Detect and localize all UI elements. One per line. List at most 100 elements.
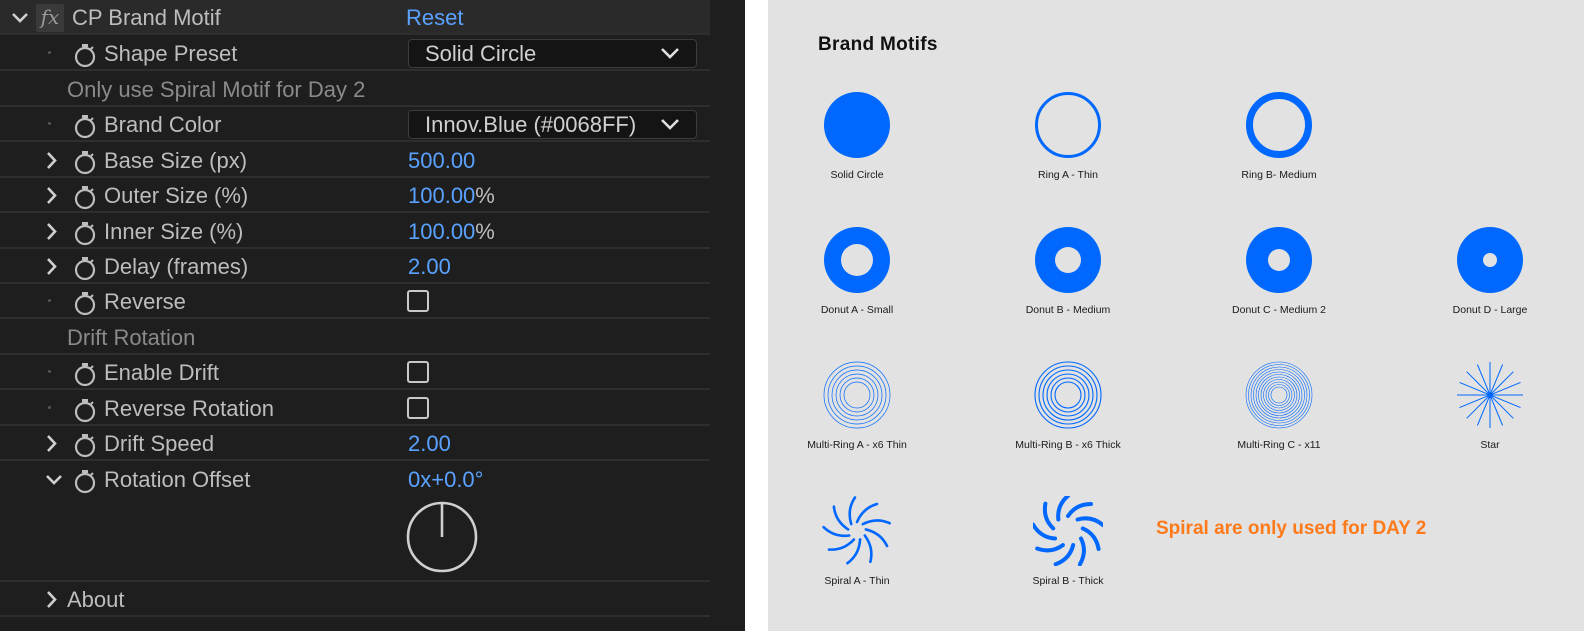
rotation-dial[interactable] xyxy=(405,500,479,574)
enable-drift-label: Enable Drift xyxy=(104,360,219,385)
motif-multi-ring-c: Multi-Ring C - x11 xyxy=(1189,360,1369,470)
twirl-open-icon[interactable] xyxy=(44,462,64,509)
stopwatch-icon[interactable] xyxy=(72,397,98,423)
stopwatch-icon[interactable] xyxy=(72,432,98,458)
enable-drift-checkbox[interactable] xyxy=(407,361,429,383)
motif-caption: Ring A - Thin xyxy=(1038,169,1098,181)
stopwatch-icon[interactable] xyxy=(72,468,98,494)
spiral-thick-icon xyxy=(1033,496,1103,566)
donut-medium-icon xyxy=(1035,227,1101,293)
delay-row: Delay (frames) 2.00 xyxy=(0,249,710,284)
reset-link[interactable]: Reset xyxy=(406,0,463,35)
stopwatch-icon[interactable] xyxy=(72,42,98,68)
inner-size-value-group: 100.00% xyxy=(408,214,495,249)
motif-caption: Donut C - Medium 2 xyxy=(1232,304,1326,316)
drift-rotation-heading: Drift Rotation xyxy=(67,325,196,350)
inner-size-value[interactable]: 100.00 xyxy=(408,219,475,244)
rotation-offset-value[interactable]: 0x+0.0° xyxy=(408,462,483,497)
brand-color-value: Innov.Blue (#0068FF) xyxy=(425,112,637,137)
motif-caption: Multi-Ring C - x11 xyxy=(1237,439,1321,451)
base-size-label: Base Size (px) xyxy=(104,148,248,173)
motif-donut-c: Donut C - Medium 2 xyxy=(1189,225,1369,335)
stopwatch-icon[interactable] xyxy=(72,255,98,281)
chevron-down-icon xyxy=(661,119,679,130)
brand-motifs-sheet: Brand Motifs Solid Circle Ring A - Thin … xyxy=(768,0,1584,631)
reverse-row: Reverse xyxy=(0,284,710,319)
fx-toggle-icon[interactable]: fx xyxy=(36,4,64,32)
motif-donut-a: Donut A - Small xyxy=(768,225,947,335)
outer-size-value-group: 100.00% xyxy=(408,178,495,213)
brand-color-dropdown[interactable]: Innov.Blue (#0068FF) xyxy=(408,110,697,139)
reverse-checkbox[interactable] xyxy=(407,290,429,312)
stopwatch-icon[interactable] xyxy=(72,184,98,210)
stopwatch-icon[interactable] xyxy=(72,361,98,387)
base-size-value[interactable]: 500.00 xyxy=(408,143,475,178)
ring-medium-icon xyxy=(1246,92,1312,158)
shape-preset-label: Shape Preset xyxy=(104,41,238,66)
brand-color-row: Brand Color Innov.Blue (#0068FF) xyxy=(0,107,710,142)
spiral-note-text: Only use Spiral Motif for Day 2 xyxy=(67,77,366,102)
effect-controls-panel: fx CP Brand Motif Reset Shape Preset Sol… xyxy=(0,0,745,631)
base-size-row: Base Size (px) 500.00 xyxy=(0,143,710,178)
inner-size-row: Inner Size (%) 100.00% xyxy=(0,214,710,249)
donut-small-icon xyxy=(824,227,890,293)
motif-caption: Donut B - Medium xyxy=(1025,304,1111,316)
stopwatch-icon[interactable] xyxy=(72,113,98,139)
motif-spiral-b: Spiral B - Thick xyxy=(978,496,1158,606)
motif-caption: Solid Circle xyxy=(830,169,884,181)
shape-preset-row: Shape Preset Solid Circle xyxy=(0,36,710,71)
brand-color-label: Brand Color xyxy=(104,112,222,137)
twirl-closed-icon[interactable] xyxy=(44,582,58,629)
outer-size-value[interactable]: 100.00 xyxy=(408,183,475,208)
enable-drift-row: Enable Drift xyxy=(0,355,710,390)
rotation-offset-label: Rotation Offset xyxy=(104,467,251,492)
sheet-title: Brand Motifs xyxy=(818,34,938,55)
delay-value[interactable]: 2.00 xyxy=(408,249,451,284)
motif-caption: Star xyxy=(1480,439,1500,451)
ring-thin-icon xyxy=(1035,92,1101,158)
spiral-day-2-note: Spiral are only used for DAY 2 xyxy=(1156,518,1427,539)
motif-caption: Donut A - Small xyxy=(820,304,894,316)
shape-preset-dropdown[interactable]: Solid Circle xyxy=(408,39,697,68)
solid-circle-icon xyxy=(824,92,890,158)
chevron-down-icon xyxy=(661,48,679,59)
multi-ring-x11-icon xyxy=(1245,361,1313,429)
motif-solid-circle: Solid Circle xyxy=(768,90,947,200)
donut-medium-2-icon xyxy=(1246,227,1312,293)
drift-speed-value[interactable]: 2.00 xyxy=(408,426,451,461)
effect-name: CP Brand Motif xyxy=(72,5,221,30)
motif-caption: Multi-Ring A - x6 Thin xyxy=(807,439,907,451)
spiral-note-row: Only use Spiral Motif for Day 2 xyxy=(0,72,710,107)
outer-size-unit: % xyxy=(475,183,495,208)
motif-caption: Multi-Ring B - x6 Thick xyxy=(1015,439,1121,451)
multi-ring-thick-icon xyxy=(1034,361,1102,429)
motif-caption: Spiral B - Thick xyxy=(1032,575,1104,587)
motif-caption: Donut D - Large xyxy=(1452,304,1528,316)
drift-rotation-group-row: Drift Rotation xyxy=(0,320,710,355)
effect-header-row: fx CP Brand Motif Reset xyxy=(0,0,710,35)
motif-ring-a: Ring A - Thin xyxy=(978,90,1158,200)
inner-size-label: Inner Size (%) xyxy=(104,219,244,244)
reverse-rotation-checkbox[interactable] xyxy=(407,397,429,419)
motif-multi-ring-b: Multi-Ring B - x6 Thick xyxy=(978,360,1158,470)
motif-donut-b: Donut B - Medium xyxy=(978,225,1158,335)
multi-ring-thin-icon xyxy=(823,361,891,429)
outer-size-label: Outer Size (%) xyxy=(104,183,249,208)
stopwatch-icon[interactable] xyxy=(72,220,98,246)
stopwatch-icon[interactable] xyxy=(72,290,98,316)
stopwatch-icon[interactable] xyxy=(72,149,98,175)
reverse-label: Reverse xyxy=(104,289,186,314)
delay-label: Delay (frames) xyxy=(104,254,249,279)
motif-caption: Ring B- Medium xyxy=(1241,169,1317,181)
reverse-rotation-row: Reverse Rotation xyxy=(0,391,710,426)
motif-spiral-a: Spiral A - Thin xyxy=(768,496,947,606)
about-label: About xyxy=(67,587,125,612)
drift-speed-label: Drift Speed xyxy=(104,431,215,456)
donut-large-icon xyxy=(1457,227,1523,293)
star-icon xyxy=(1457,362,1523,428)
motif-donut-d: Donut D - Large xyxy=(1400,225,1580,335)
motif-star: Star xyxy=(1400,360,1580,470)
spiral-thin-icon xyxy=(822,496,891,565)
about-row: About xyxy=(0,582,710,617)
motif-ring-b: Ring B- Medium xyxy=(1189,90,1369,200)
